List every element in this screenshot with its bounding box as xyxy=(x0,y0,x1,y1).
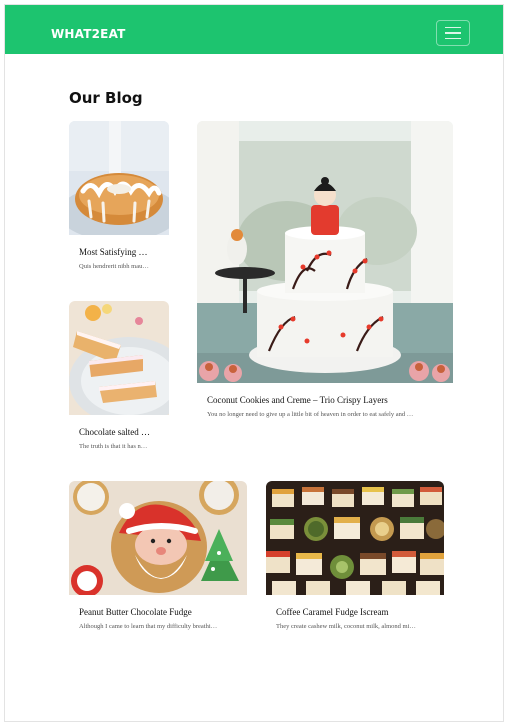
brand-logo-link[interactable]: WHAT2EAT xyxy=(51,27,126,41)
hamburger-menu-icon[interactable] xyxy=(436,20,470,46)
browser-viewport: WHAT2EAT Our Blog Most Satisfying … Quis… xyxy=(4,4,504,722)
blog-card-excerpt: Although I came to learn that my difficu… xyxy=(79,623,218,630)
blog-card-excerpt: The truth is that it has n… xyxy=(79,443,148,450)
blog-card-excerpt: Quis hendrerit nibh mau… xyxy=(79,263,149,270)
bundt-cake-photo[interactable] xyxy=(69,121,169,235)
christmas-cookies-photo[interactable] xyxy=(69,481,247,595)
blog-card-title[interactable]: Coffee Caramel Fudge Iscream xyxy=(266,595,444,617)
menu-bar-line xyxy=(445,37,461,40)
decorated-wedding-cake-photo[interactable] xyxy=(197,121,453,383)
blog-card[interactable]: Coffee Caramel Fudge Iscream They create… xyxy=(266,481,444,630)
blog-card-title[interactable]: Chocolate salted … xyxy=(69,415,169,437)
navbar: WHAT2EAT xyxy=(5,5,503,54)
blog-card-excerpt: You no longer need to give up a little b… xyxy=(207,411,414,418)
blog-card[interactable]: Chocolate salted … The truth is that it … xyxy=(69,301,169,450)
blog-card-featured[interactable]: Coconut Cookies and Creme – Trio Crispy … xyxy=(197,121,453,418)
blog-card-excerpt: They create cashew milk, coconut milk, a… xyxy=(276,623,416,630)
page-title: Our Blog xyxy=(69,89,143,107)
menu-bar-line xyxy=(445,32,461,34)
cake-slices-photo[interactable] xyxy=(69,301,169,415)
blog-card[interactable]: Peanut Butter Chocolate Fudge Although I… xyxy=(69,481,247,630)
blog-card-title[interactable]: Coconut Cookies and Creme – Trio Crispy … xyxy=(197,383,453,405)
blog-card-title[interactable]: Most Satisfying … xyxy=(69,235,169,257)
blog-card-title[interactable]: Peanut Butter Chocolate Fudge xyxy=(69,595,247,617)
menu-bar-line xyxy=(445,26,461,29)
blog-card[interactable]: Most Satisfying … Quis hendrerit nibh ma… xyxy=(69,121,169,270)
petit-fours-photo[interactable] xyxy=(266,481,444,595)
